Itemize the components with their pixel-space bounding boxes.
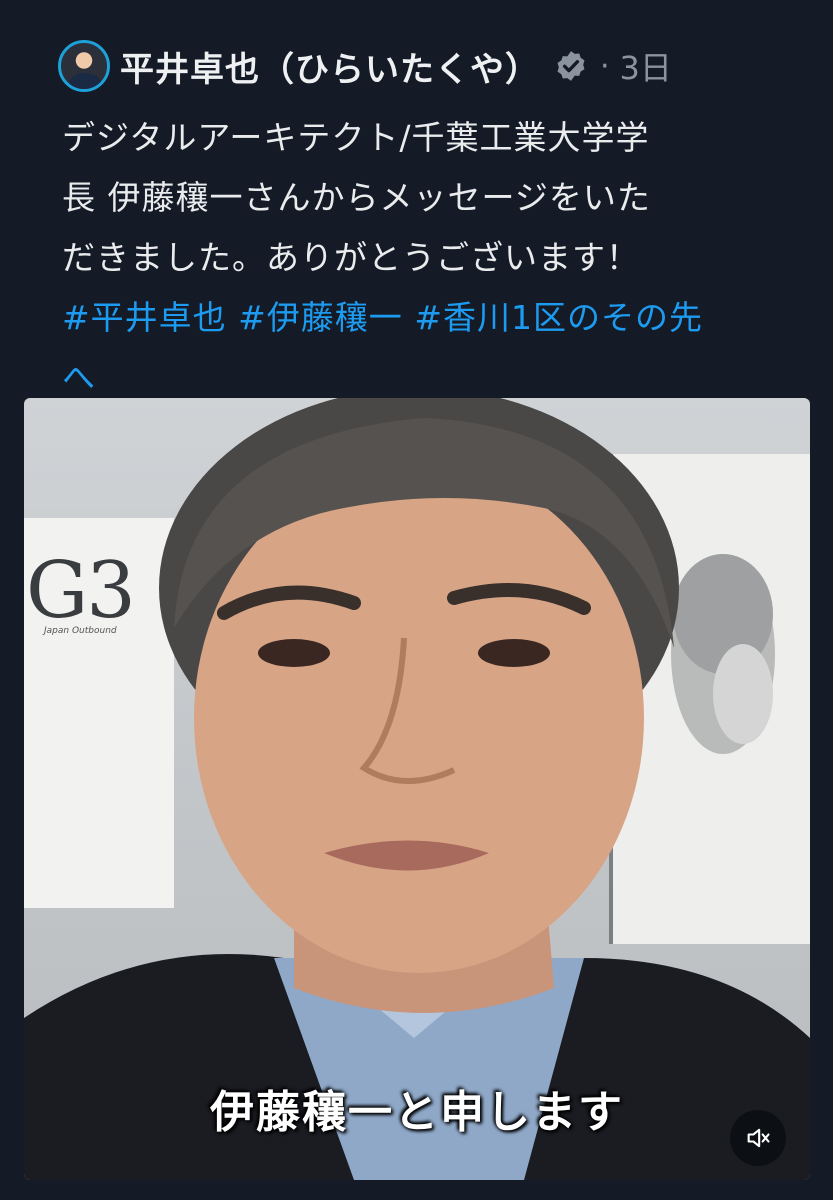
speaker-muted-icon [747, 1128, 770, 1148]
post-time[interactable]: 3日 [620, 43, 672, 89]
mute-toggle-button[interactable] [730, 1110, 786, 1166]
hashtag-link[interactable]: #平井卓也 [62, 298, 227, 337]
post-text-line: だきました。ありがとうございます！ [62, 238, 640, 277]
verified-badge-icon [557, 51, 585, 81]
post-header: 平井卓也（ひらいたくや） · 3日 [58, 38, 672, 94]
post-body: デジタルアーキテクト/千葉工業大学学 長 伊藤穰一さんからメッセージをいた だき… [62, 108, 792, 408]
author-avatar[interactable] [58, 40, 110, 92]
speaker-video-frame [24, 398, 810, 1180]
post-text-line: 長 伊藤穰一さんからメッセージをいた [62, 178, 651, 217]
post-text-line: デジタルアーキテクト/千葉工業大学学 [62, 118, 650, 157]
hashtag-link[interactable]: #香川1区のその先 [414, 298, 703, 337]
video-caption: 伊藤穰一と申します [210, 1087, 624, 1138]
hashtag-link[interactable]: #伊藤穰一 [238, 298, 403, 337]
meta-separator: · [600, 48, 610, 84]
video-player[interactable]: G3 Japan Outbound 伊藤穰一と申します [24, 398, 810, 1180]
post-card[interactable]: 平井卓也（ひらいたくや） · 3日 デジタルアーキテクト/千葉工業大学学 長 伊… [0, 0, 833, 1200]
author-name[interactable]: 平井卓也（ひらいたくや） [120, 42, 540, 91]
hashtag-link[interactable]: へ [62, 358, 96, 397]
hashtag-list: #平井卓也 #伊藤穰一 #香川1区のその先 へ [62, 288, 792, 408]
